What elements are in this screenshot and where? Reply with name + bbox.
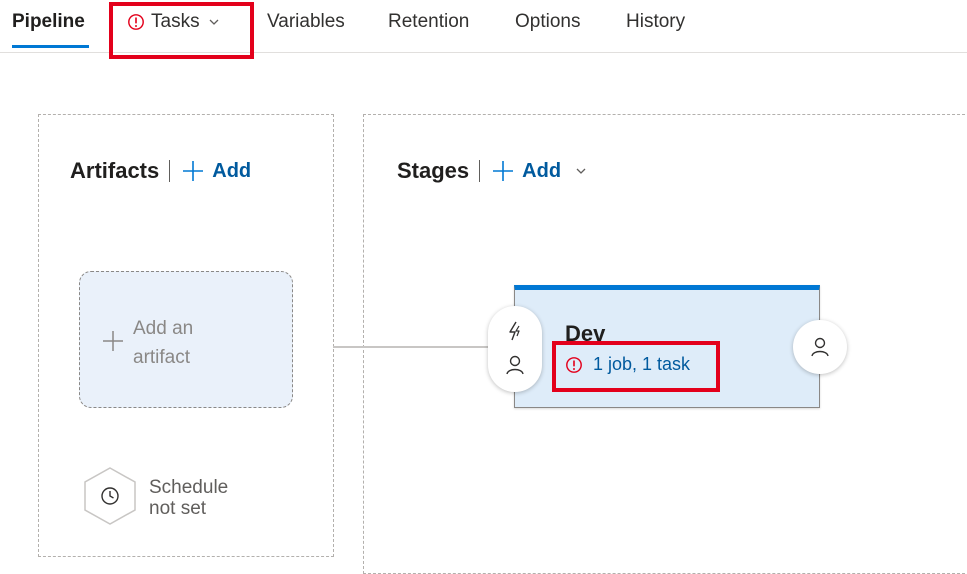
schedule-text-line1: Schedule	[149, 477, 229, 498]
add-artifact-button[interactable]: Add	[182, 160, 251, 183]
add-artifact-placeholder[interactable]: Add an artifact	[79, 271, 293, 408]
artifacts-title: Artifacts	[70, 158, 160, 183]
clock-icon	[84, 467, 136, 525]
add-stage-button[interactable]: Add	[492, 160, 587, 183]
schedule-text-line2: not set	[149, 498, 207, 519]
pre-deployment-conditions	[488, 306, 542, 392]
plus-icon	[183, 161, 204, 181]
error-circle-icon	[128, 14, 144, 30]
person-icon	[811, 337, 829, 357]
plus-icon	[493, 161, 514, 181]
tab-tasks-label: Tasks	[151, 11, 200, 32]
tab-pipeline[interactable]: Pipeline	[12, 10, 85, 34]
error-circle-icon	[566, 356, 582, 373]
stages-title: Stages	[397, 158, 470, 183]
header-separator	[479, 160, 481, 182]
person-icon[interactable]	[504, 354, 526, 376]
stage-status-text: 1 job, 1 task	[593, 354, 691, 374]
add-stage-label: Add	[522, 159, 562, 182]
stages-header: Stages Add	[397, 158, 587, 184]
post-deployment-approvals[interactable]	[793, 320, 847, 374]
tab-retention[interactable]: Retention	[388, 10, 469, 34]
active-tab-indicator	[12, 45, 89, 48]
tab-history[interactable]: History	[626, 10, 685, 34]
artifacts-header: Artifacts Add	[70, 158, 251, 184]
stage-name: Dev	[565, 321, 606, 346]
tab-tasks[interactable]: Tasks	[127, 10, 220, 34]
lightning-icon[interactable]	[504, 320, 526, 342]
stage-card-dev[interactable]	[514, 285, 820, 408]
artifact-stage-connector	[333, 346, 489, 348]
add-artifact-label: Add	[212, 159, 252, 182]
chevron-down-icon	[576, 168, 586, 174]
add-artifact-text: Add an artifact	[133, 314, 193, 372]
schedule-trigger[interactable]: Schedule not set	[82, 466, 252, 526]
add-artifact-text-line1: Add an	[133, 318, 194, 339]
schedule-text: Schedule not set	[149, 477, 228, 519]
stage-status-link[interactable]: 1 job, 1 task	[565, 354, 690, 375]
tab-variables[interactable]: Variables	[267, 10, 345, 34]
header-separator	[169, 160, 171, 182]
add-artifact-text-line2: artifact	[133, 347, 191, 368]
plus-icon	[103, 331, 123, 351]
tab-options[interactable]: Options	[515, 10, 580, 34]
pipeline-tabbar: Pipeline Tasks Variables Retention Optio…	[0, 0, 967, 53]
chevron-down-icon	[209, 19, 219, 25]
